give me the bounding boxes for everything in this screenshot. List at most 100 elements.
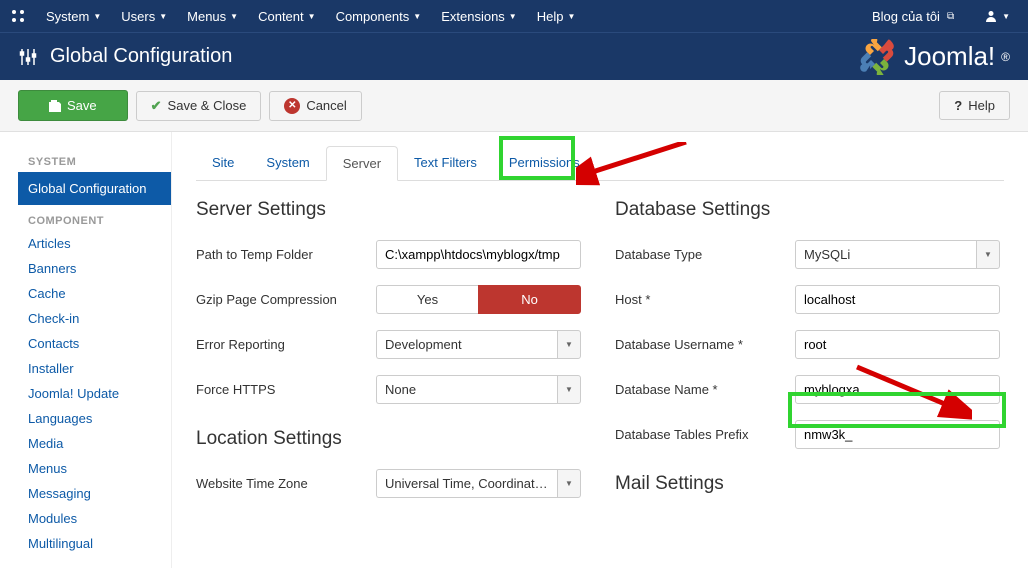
sliders-icon — [18, 47, 38, 67]
menu-help[interactable]: Help▼ — [529, 3, 584, 30]
sidebar-item[interactable]: Languages — [18, 406, 171, 431]
tab-site[interactable]: Site — [196, 146, 250, 180]
caret-down-icon: ▼ — [93, 12, 101, 21]
sidebar-item[interactable]: Banners — [18, 256, 171, 281]
sidebar-item[interactable]: Check-in — [18, 306, 171, 331]
menu-menus[interactable]: Menus▼ — [179, 3, 246, 30]
menu-system[interactable]: System▼ — [38, 3, 109, 30]
label-db-prefix: Database Tables Prefix — [615, 427, 795, 442]
caret-down-icon: ▼ — [567, 12, 575, 21]
label-error: Error Reporting — [196, 337, 376, 352]
location-settings-heading: Location Settings — [196, 428, 585, 450]
joomla-brand: Joomla!® — [856, 39, 1010, 75]
help-button[interactable]: ? Help — [939, 91, 1010, 120]
tab-server[interactable]: Server — [326, 146, 398, 181]
content: Site System Server Text Filters Permissi… — [172, 132, 1028, 568]
field-db-name: Database Name * — [615, 374, 1004, 404]
field-temp-path: Path to Temp Folder — [196, 239, 585, 269]
cancel-button[interactable]: ✕ Cancel — [269, 91, 361, 121]
main: SYSTEM Global Configuration COMPONENT Ar… — [0, 132, 1028, 568]
field-gzip: Gzip Page Compression Yes No — [196, 284, 585, 314]
label-temp-path: Path to Temp Folder — [196, 247, 376, 262]
label-db-type: Database Type — [615, 247, 795, 262]
label-db-name: Database Name * — [615, 382, 795, 397]
sidebar-item[interactable]: Cache — [18, 281, 171, 306]
caret-down-icon: ▼ — [230, 12, 238, 21]
select-error[interactable]: Development ▼ — [376, 330, 581, 359]
label-db-host: Host * — [615, 292, 795, 307]
tabs: Site System Server Text Filters Permissi… — [196, 146, 1004, 181]
save-button[interactable]: Save — [18, 90, 128, 121]
caret-down-icon[interactable]: ▼ — [557, 469, 581, 498]
menu-extensions[interactable]: Extensions▼ — [433, 3, 525, 30]
sidebar-item-global[interactable]: Global Configuration — [18, 172, 171, 205]
save-close-button[interactable]: ✔ Save & Close — [136, 91, 262, 121]
sidebar-item[interactable]: Articles — [18, 231, 171, 256]
field-timezone: Website Time Zone Universal Time, Coordi… — [196, 468, 585, 498]
server-settings-heading: Server Settings — [196, 199, 585, 221]
field-error: Error Reporting Development ▼ — [196, 329, 585, 359]
input-db-name[interactable] — [795, 375, 1000, 404]
toolbar: Save ✔ Save & Close ✕ Cancel ? Help — [0, 80, 1028, 132]
caret-down-icon[interactable]: ▼ — [976, 240, 1000, 269]
top-right: Blog của tôi⧉ ▼ — [864, 3, 1018, 30]
label-https: Force HTTPS — [196, 382, 376, 397]
top-menus: System▼ Users▼ Menus▼ Content▼ Component… — [10, 3, 583, 30]
site-link[interactable]: Blog của tôi⧉ — [864, 3, 962, 30]
input-db-prefix[interactable] — [795, 420, 1000, 449]
label-db-user: Database Username * — [615, 337, 795, 352]
sidebar-item[interactable]: Contacts — [18, 331, 171, 356]
top-menubar: System▼ Users▼ Menus▼ Content▼ Component… — [0, 0, 1028, 32]
caret-down-icon[interactable]: ▼ — [557, 330, 581, 359]
sidebar-head-component: COMPONENT — [18, 211, 171, 231]
field-db-type: Database Type MySQLi ▼ — [615, 239, 1004, 269]
check-icon: ✔ — [151, 98, 162, 114]
user-icon — [984, 9, 998, 23]
caret-down-icon[interactable]: ▼ — [557, 375, 581, 404]
sidebar-head-system: SYSTEM — [18, 152, 171, 172]
input-temp-path[interactable] — [376, 240, 581, 269]
sidebar: SYSTEM Global Configuration COMPONENT Ar… — [0, 132, 172, 568]
input-db-host[interactable] — [795, 285, 1000, 314]
sidebar-item[interactable]: Menus — [18, 456, 171, 481]
menu-content[interactable]: Content▼ — [250, 3, 323, 30]
page-title: Global Configuration — [18, 45, 232, 68]
field-https: Force HTTPS None ▼ — [196, 374, 585, 404]
user-menu[interactable]: ▼ — [976, 3, 1018, 29]
toggle-gzip-no[interactable]: No — [478, 285, 581, 314]
columns: Server Settings Path to Temp Folder Gzip… — [196, 199, 1004, 513]
tab-system[interactable]: System — [250, 146, 325, 180]
tab-text-filters[interactable]: Text Filters — [398, 146, 493, 180]
label-timezone: Website Time Zone — [196, 476, 376, 491]
input-db-user[interactable] — [795, 330, 1000, 359]
tab-permissions[interactable]: Permissions — [493, 146, 596, 180]
sidebar-item[interactable]: Messaging — [18, 481, 171, 506]
joomla-icon[interactable] — [10, 8, 26, 24]
field-db-user: Database Username * — [615, 329, 1004, 359]
label-gzip: Gzip Page Compression — [196, 292, 376, 307]
close-icon: ✕ — [284, 98, 300, 114]
sidebar-item[interactable]: Modules — [18, 506, 171, 531]
field-db-prefix: Database Tables Prefix — [615, 419, 1004, 449]
select-https[interactable]: None ▼ — [376, 375, 581, 404]
sidebar-item[interactable]: Installer — [18, 356, 171, 381]
caret-down-icon: ▼ — [159, 12, 167, 21]
page-header: Global Configuration Joomla!® — [0, 32, 1028, 80]
database-settings-heading: Database Settings — [615, 199, 1004, 221]
sidebar-item[interactable]: Multilingual — [18, 531, 171, 556]
field-db-host: Host * — [615, 284, 1004, 314]
toggle-gzip: Yes No — [376, 285, 581, 314]
menu-users[interactable]: Users▼ — [113, 3, 175, 30]
caret-down-icon: ▼ — [413, 12, 421, 21]
caret-down-icon: ▼ — [509, 12, 517, 21]
caret-down-icon: ▼ — [308, 12, 316, 21]
select-timezone[interactable]: Universal Time, Coordinated ... ▼ — [376, 469, 581, 498]
caret-down-icon: ▼ — [1002, 12, 1010, 21]
menu-components[interactable]: Components▼ — [328, 3, 430, 30]
col-left: Server Settings Path to Temp Folder Gzip… — [196, 199, 585, 513]
external-link-icon: ⧉ — [947, 11, 954, 22]
select-db-type[interactable]: MySQLi ▼ — [795, 240, 1000, 269]
sidebar-item[interactable]: Joomla! Update — [18, 381, 171, 406]
toggle-gzip-yes[interactable]: Yes — [376, 285, 478, 314]
sidebar-item[interactable]: Media — [18, 431, 171, 456]
